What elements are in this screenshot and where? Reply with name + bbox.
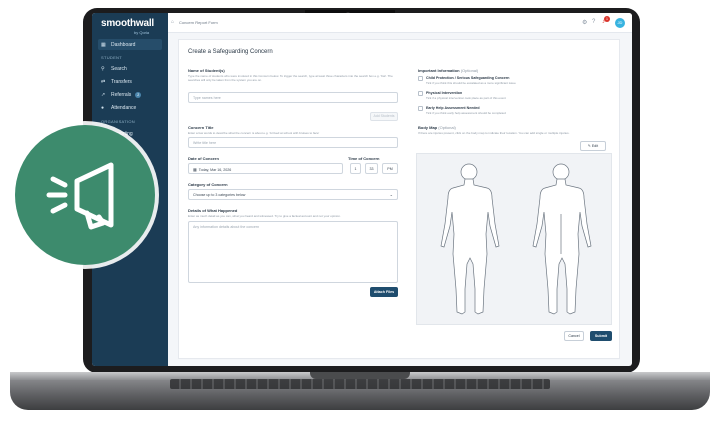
edit-label: Edit <box>591 144 599 148</box>
body-map-figures <box>440 163 592 315</box>
sidebar-section-organisation: ORGANISATION <box>101 119 135 124</box>
body-map[interactable] <box>416 153 612 325</box>
sidebar-item-label: Referrals <box>111 91 132 98</box>
calendar-icon: ▦ <box>193 167 197 172</box>
students-label: Name of Student(s) <box>188 68 225 73</box>
important-info-title: Important Information <box>418 68 460 73</box>
transfer-icon: ⇄ <box>101 78 106 85</box>
concern-title-hint: Enter a few words to describe what the c… <box>188 131 320 135</box>
sidebar-item-label: Attendance <box>111 104 137 111</box>
notification-badge: 1 <box>604 16 610 22</box>
time-minute-input[interactable]: 33 <box>365 163 378 174</box>
concern-title-input[interactable]: Write title here <box>188 137 398 148</box>
laptop-hinge <box>310 372 410 379</box>
cancel-button[interactable]: Cancel <box>564 331 584 341</box>
students-hint: Type the name of students who were invol… <box>188 74 393 82</box>
sidebar-section-student: STUDENT <box>101 55 122 60</box>
body-front-figure <box>440 163 500 315</box>
home-icon[interactable]: ⌂ <box>171 19 174 25</box>
body-back-figure <box>532 163 592 315</box>
search-icon: ⚲ <box>101 65 105 72</box>
important-info-label: Important Information (Optional) <box>418 68 478 73</box>
category-label: Category of Concern <box>188 182 228 187</box>
time-period-select[interactable]: PM <box>382 163 398 174</box>
physical-intervention-checkbox[interactable] <box>418 91 423 96</box>
brand-logo[interactable]: smoothwall <box>101 18 154 29</box>
sidebar-item-label: Transfers <box>111 78 132 85</box>
physical-intervention-hint: Tick if a physical intervention took pla… <box>426 96 506 100</box>
breadcrumb[interactable]: Concern Report Form <box>179 20 218 25</box>
app-screen: smoothwall by Qoria ▦ Dashboard STUDENT … <box>92 13 632 366</box>
megaphone-icon <box>46 162 114 230</box>
sidebar-item-label: Dashboard <box>111 41 136 48</box>
time-label: Time of Concern <box>348 156 380 161</box>
referrals-count-badge: 2 <box>135 91 142 98</box>
early-help-hint: Tick if you think early help assessment … <box>426 111 506 115</box>
important-info-optional: (Optional) <box>460 68 479 73</box>
attendance-icon: ● <box>101 104 105 111</box>
date-value: Today, Mar 16, 2026 <box>198 168 232 172</box>
details-hint: Enter as much detail as you can, what yo… <box>188 214 341 218</box>
attach-files-button[interactable]: Attach Files <box>370 287 398 297</box>
laptop-keyboard <box>170 379 550 389</box>
referral-icon: ↗ <box>101 91 106 98</box>
sidebar-item-dashboard[interactable]: ▦ Dashboard <box>98 39 162 50</box>
details-textarea[interactable]: Any information details about the concer… <box>188 221 398 283</box>
add-students-button[interactable]: Add Students <box>370 112 398 121</box>
brand-subtitle: by Qoria <box>134 30 150 35</box>
time-hour-input[interactable]: 1 <box>350 163 361 174</box>
date-input[interactable]: ▦ Today, Mar 16, 2026 <box>188 163 343 174</box>
settings-icon[interactable]: ⚙ <box>582 19 587 26</box>
edit-body-map-button[interactable]: ✎ Edit <box>580 141 606 151</box>
date-label: Date of Concern <box>188 156 219 161</box>
sidebar-item-referrals[interactable]: ↗ Referrals 2 <box>98 89 162 100</box>
sidebar-item-search[interactable]: ⚲ Search <box>98 63 162 74</box>
early-help-label: Early Help Assessment Needed <box>426 106 480 110</box>
concern-title-label: Concern Title <box>188 125 214 130</box>
body-map-hint: If there are injuries present, click on … <box>418 131 570 135</box>
submit-button[interactable]: Submit <box>590 331 612 341</box>
students-input[interactable]: Type names here <box>188 92 398 103</box>
body-map-title: Body Map <box>418 125 438 130</box>
help-icon[interactable]: ? <box>592 19 595 25</box>
pencil-icon: ✎ <box>587 144 591 148</box>
chevron-down-icon: ⌄ <box>389 192 393 197</box>
child-protection-label: Child Protection / Serious Safeguarding … <box>426 76 510 80</box>
physical-intervention-label: Physical Intervention <box>426 91 463 95</box>
child-protection-checkbox[interactable] <box>418 76 423 81</box>
grid-icon: ▦ <box>101 41 106 48</box>
sidebar-item-transfers[interactable]: ⇄ Transfers <box>98 76 162 87</box>
sidebar-item-attendance[interactable]: ● Attendance <box>98 102 162 113</box>
sidebar-item-label: Search <box>111 65 127 72</box>
page-title: Create a Safeguarding Concern <box>188 49 273 55</box>
category-placeholder: Choose up to 3 categories below <box>193 193 246 197</box>
megaphone-badge <box>15 125 155 265</box>
details-label: Details of What Happened <box>188 208 238 213</box>
body-map-label: Body Map (Optional) <box>418 125 456 130</box>
child-protection-hint: Tick if you think this should be escalat… <box>426 81 516 85</box>
early-help-checkbox[interactable] <box>418 106 423 111</box>
top-bar: ⌂ Concern Report Form ⚙ ? ♪ 1 JD <box>168 13 632 33</box>
avatar[interactable]: JD <box>615 18 625 28</box>
body-map-optional: (Optional) <box>438 125 456 130</box>
category-select[interactable]: Choose up to 3 categories below ⌄ <box>188 189 398 200</box>
